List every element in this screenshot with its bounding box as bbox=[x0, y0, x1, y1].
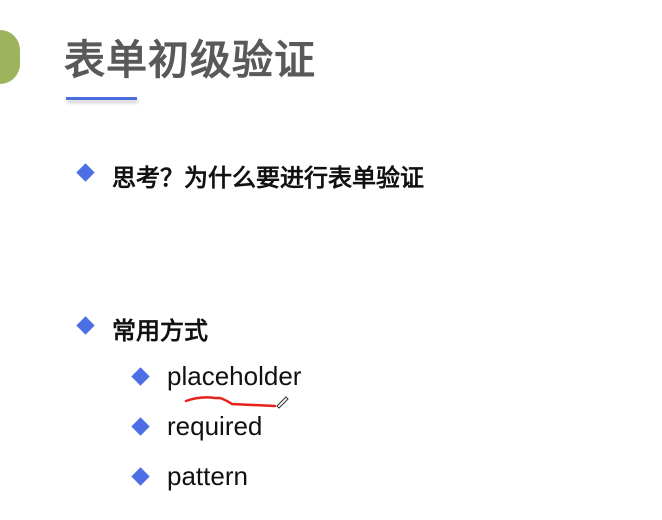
red-underline-stroke bbox=[184, 396, 277, 408]
bullet-question: 思考？为什么要进行表单验证 bbox=[112, 164, 424, 192]
sub-bullet-diamond-icon bbox=[131, 367, 150, 386]
bullet-diamond-icon bbox=[76, 163, 95, 182]
sub-bullet-pattern: pattern bbox=[167, 461, 248, 491]
title-underline bbox=[66, 97, 137, 100]
bullet-methods: 常用方式 bbox=[112, 317, 208, 345]
sub-bullet-diamond-icon bbox=[131, 467, 150, 486]
bullet-diamond-icon bbox=[76, 316, 95, 335]
pen-annotation bbox=[184, 396, 289, 409]
decorative-circle bbox=[0, 30, 20, 84]
slide-title: 表单初级验证 bbox=[64, 36, 316, 84]
sub-bullet-placeholder: placeholder bbox=[167, 361, 302, 391]
pen-cursor-icon bbox=[276, 396, 289, 409]
sub-bullet-required: required bbox=[167, 411, 263, 441]
sub-bullet-diamond-icon bbox=[131, 417, 150, 436]
